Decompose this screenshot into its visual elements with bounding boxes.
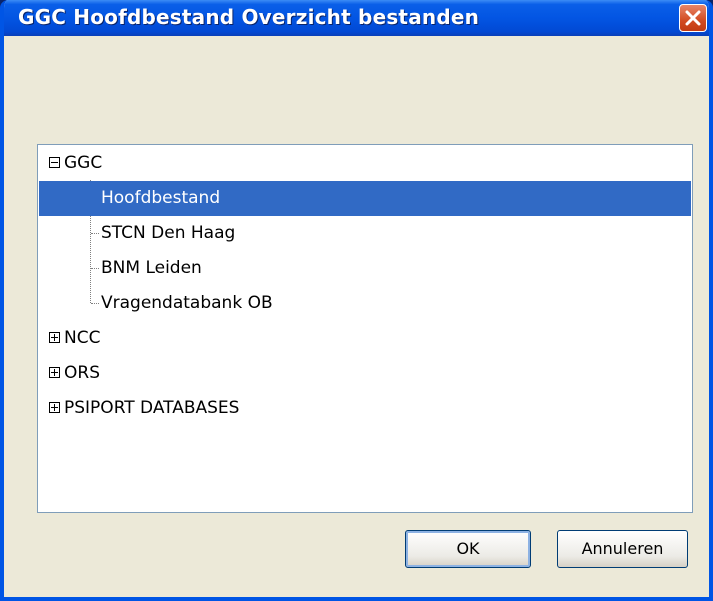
tree-node-vragendatabank-ob[interactable]: Vragendatabank OB xyxy=(39,286,691,321)
tree-node-label: STCN Den Haag xyxy=(101,223,236,243)
close-icon xyxy=(685,10,701,26)
tree-node-label: PSIPORT DATABASES xyxy=(64,398,240,418)
plus-box-icon[interactable] xyxy=(49,402,60,413)
database-tree[interactable]: GGC Hoofdbestand STCN Den Haag BNM Leide… xyxy=(37,144,693,513)
close-button[interactable] xyxy=(679,4,707,32)
window-title: GGC Hoofdbestand Overzicht bestanden xyxy=(18,5,480,29)
plus-box-icon[interactable] xyxy=(49,367,60,378)
tree-node-ncc[interactable]: NCC xyxy=(39,321,691,356)
tree-node-ggc[interactable]: GGC xyxy=(39,146,691,181)
tree-node-ors[interactable]: ORS xyxy=(39,356,691,391)
tree-node-label: ORS xyxy=(64,363,100,383)
plus-box-icon[interactable] xyxy=(49,332,60,343)
tree-node-bnm-leiden[interactable]: BNM Leiden xyxy=(39,251,691,286)
tree-node-hoofdbestand[interactable]: Hoofdbestand xyxy=(39,181,691,216)
tree-node-label: NCC xyxy=(64,328,101,348)
tree-node-stcn-den-haag[interactable]: STCN Den Haag xyxy=(39,216,691,251)
tree-node-psiport-databases[interactable]: PSIPORT DATABASES xyxy=(39,391,691,426)
tree-node-label: GGC xyxy=(64,153,103,173)
tree-node-label: Vragendatabank OB xyxy=(101,293,273,313)
cancel-button[interactable]: Annuleren xyxy=(557,530,688,568)
tree-node-label: BNM Leiden xyxy=(101,258,202,278)
tree-node-label: Hoofdbestand xyxy=(101,188,221,208)
ok-button[interactable]: OK xyxy=(405,530,531,568)
title-bar[interactable]: GGC Hoofdbestand Overzicht bestanden xyxy=(4,0,709,36)
minus-box-icon[interactable] xyxy=(49,157,60,168)
dialog-window: GGC Hoofdbestand Overzicht bestanden GGC… xyxy=(0,0,713,601)
